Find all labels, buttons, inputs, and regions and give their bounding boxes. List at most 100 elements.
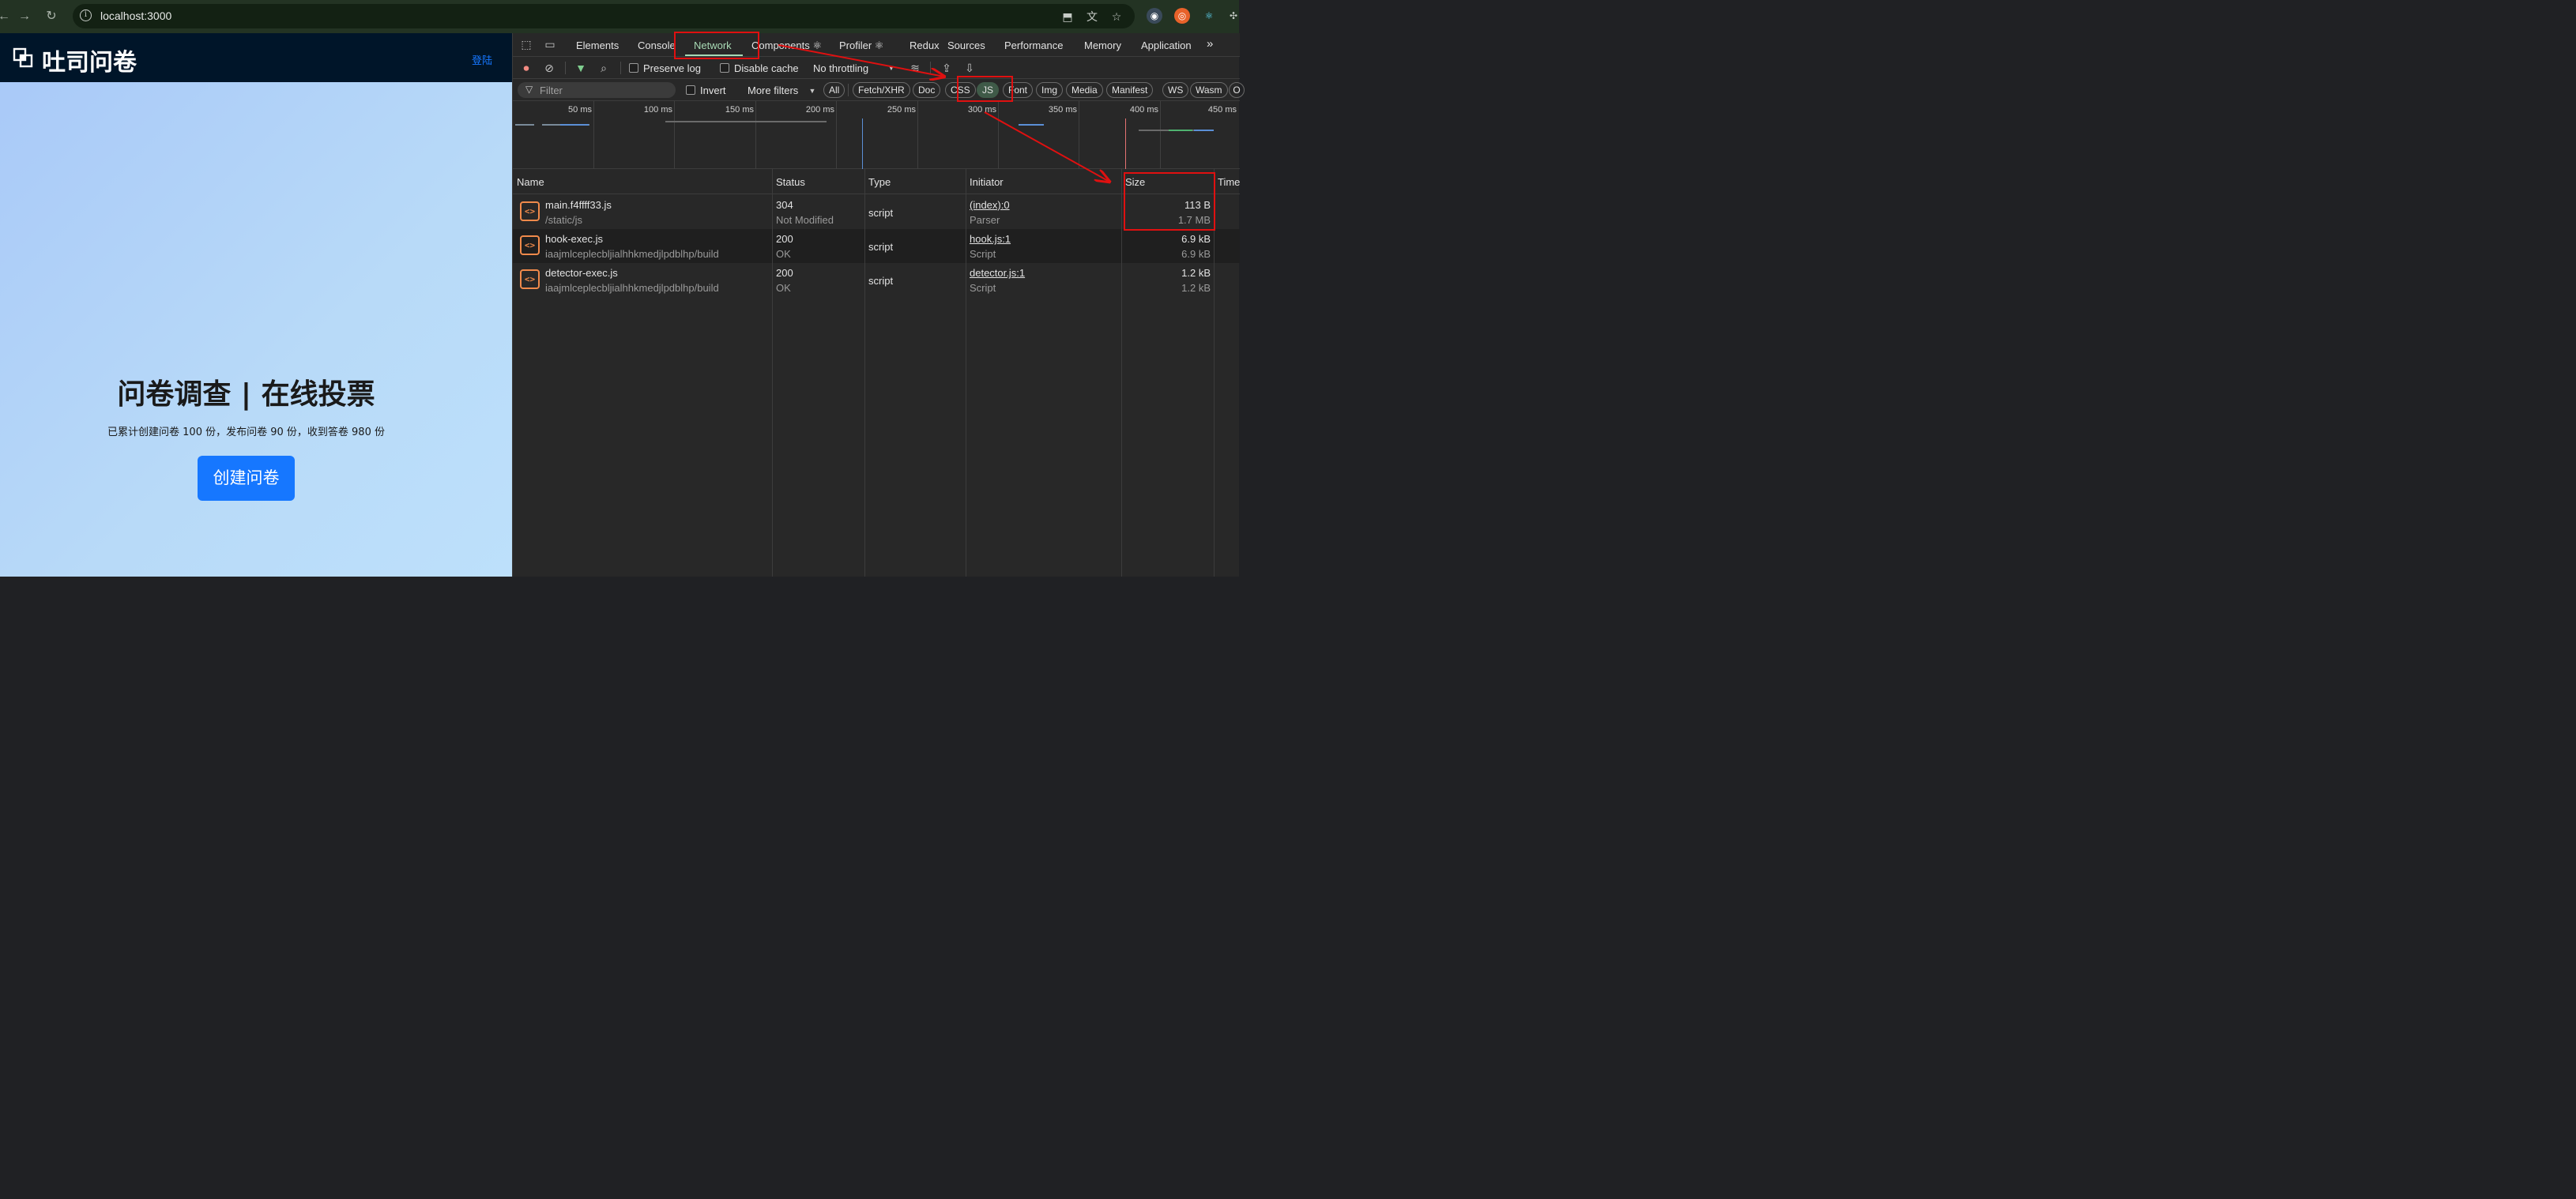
tab-application[interactable]: Application <box>1141 39 1192 51</box>
table-row[interactable]: <> detector-exec.js iaajmlceplecbljialhh… <box>513 263 1240 297</box>
load-event-marker <box>1125 118 1126 169</box>
chip-doc[interactable]: Doc <box>913 82 941 98</box>
toolbar-divider <box>565 62 566 74</box>
filter-funnel-icon[interactable]: ▼ <box>574 61 588 75</box>
react-devtools-icon[interactable]: ⚛ <box>1201 8 1217 24</box>
filter-input[interactable]: ▽ Filter <box>518 82 676 98</box>
login-link[interactable]: 登陆 <box>472 52 492 67</box>
chip-media[interactable]: Media <box>1066 82 1103 98</box>
request-initiator-link[interactable]: hook.js:1 <box>970 233 1011 245</box>
network-overview-timeline[interactable]: 50 ms 100 ms 150 ms 200 ms 250 ms 300 ms… <box>513 101 1240 169</box>
back-arrow-icon[interactable]: ← <box>0 8 13 25</box>
tab-components[interactable]: Components ⚛ <box>751 39 822 52</box>
record-stop-icon[interactable]: ⏺ <box>519 61 533 75</box>
tab-memory[interactable]: Memory <box>1084 39 1121 51</box>
column-header-name[interactable]: Name <box>517 176 544 188</box>
chevron-down-icon[interactable]: ▼ <box>884 61 898 75</box>
overview-gridline <box>674 101 675 169</box>
more-tabs-chevron-icon[interactable]: » <box>1207 37 1213 51</box>
browser-toolbar: ← → ↻ i localhost:3000 ⬒ 文 ☆ ◉ ◎ ⚛ ✣ <box>0 0 1239 33</box>
column-header-initiator[interactable]: Initiator <box>970 176 1004 188</box>
tab-elements[interactable]: Elements <box>576 39 619 51</box>
request-type: script <box>868 241 894 253</box>
overview-request-bar <box>1019 124 1044 126</box>
chip-manifest[interactable]: Manifest <box>1106 82 1154 98</box>
annotation-box-size-column <box>1124 172 1215 231</box>
extension-spy-icon[interactable]: ◉ <box>1147 8 1162 24</box>
column-header-status[interactable]: Status <box>776 176 805 188</box>
create-questionnaire-button[interactable]: 创建问卷 <box>198 456 295 501</box>
export-har-icon[interactable]: ⇩ <box>962 61 977 75</box>
chip-other[interactable]: O <box>1229 82 1245 98</box>
network-toolbar: ⏺ ⊘ ▼ ⌕ Preserve log Disable cache No th… <box>513 57 1240 79</box>
request-transfer-size: 1.2 kB <box>1181 267 1211 279</box>
request-path: iaajmlceplecbljialhhkmedjlpdblhp/build <box>545 282 719 294</box>
filter-bar: ▽ Filter Invert More filters ▼ All Fetch… <box>513 79 1245 101</box>
column-header-type[interactable]: Type <box>868 176 891 188</box>
overview-request-bar <box>1169 130 1192 131</box>
tab-performance[interactable]: Performance <box>1004 39 1063 51</box>
request-initiator-type: Parser <box>970 214 1000 226</box>
throttling-select[interactable]: No throttling <box>813 62 868 74</box>
address-bar[interactable]: i localhost:3000 ⬒ 文 ☆ <box>73 4 1135 28</box>
chip-ws[interactable]: WS <box>1162 82 1189 98</box>
filter-icon: ▽ <box>525 84 533 95</box>
request-name[interactable]: detector-exec.js <box>545 267 618 279</box>
overview-tick-label: 450 ms <box>1207 105 1237 115</box>
request-status-text: OK <box>776 248 791 260</box>
overview-request-bar <box>515 124 534 126</box>
page-header: 吐司问卷 登陆 <box>0 33 512 82</box>
overview-gridline <box>593 101 594 169</box>
site-info-icon[interactable]: i <box>80 9 92 21</box>
chip-wasm[interactable]: Wasm <box>1190 82 1228 98</box>
invert-checkbox[interactable] <box>686 85 695 95</box>
tab-profiler[interactable]: Profiler ⚛ <box>839 39 883 52</box>
clear-icon[interactable]: ⊘ <box>542 61 556 75</box>
chevron-down-icon[interactable]: ▼ <box>805 84 819 98</box>
column-header-time[interactable]: Time <box>1218 176 1240 188</box>
chip-img[interactable]: Img <box>1036 82 1064 98</box>
translate-icon[interactable]: 文 <box>1084 9 1100 24</box>
request-name[interactable]: main.f4ffff33.js <box>545 199 612 211</box>
more-filters-dropdown[interactable]: More filters <box>748 85 798 96</box>
request-resource-size: 1.2 kB <box>1181 282 1211 294</box>
search-icon[interactable]: ⌕ <box>597 61 611 75</box>
extension-target-icon[interactable]: ◎ <box>1174 8 1190 24</box>
overview-gridline <box>917 101 918 169</box>
request-name[interactable]: hook-exec.js <box>545 233 603 245</box>
chip-all[interactable]: All <box>823 82 845 98</box>
logo-text[interactable]: 吐司问卷 <box>42 43 137 77</box>
overview-gridline <box>1160 101 1161 169</box>
chip-fetch-xhr[interactable]: Fetch/XHR <box>853 82 910 98</box>
request-initiator-link[interactable]: (index):0 <box>970 199 1010 211</box>
table-row[interactable]: <> hook-exec.js iaajmlceplecbljialhhkmed… <box>513 229 1240 263</box>
overview-gridline <box>998 101 999 169</box>
inspect-element-icon[interactable]: ⬚ <box>519 37 533 51</box>
column-divider[interactable] <box>864 169 865 577</box>
overview-tick-label: 350 ms <box>1048 105 1077 115</box>
devtools-tab-bar: ⬚ ▭ Elements Console Network Components … <box>513 33 1240 57</box>
column-divider[interactable] <box>1121 169 1122 577</box>
request-type: script <box>868 275 894 287</box>
tab-console[interactable]: Console <box>638 39 676 51</box>
disable-cache-checkbox[interactable] <box>720 63 729 73</box>
overview-tick-label: 200 ms <box>805 105 834 115</box>
reload-icon[interactable]: ↻ <box>43 8 60 25</box>
request-initiator-type: Script <box>970 282 996 294</box>
filter-placeholder: Filter <box>540 85 563 96</box>
forward-arrow-icon[interactable]: → <box>16 8 33 25</box>
extensions-puzzle-icon[interactable]: ✣ <box>1226 8 1241 24</box>
install-app-icon[interactable]: ⬒ <box>1060 9 1075 24</box>
invert-label: Invert <box>700 85 726 96</box>
request-initiator-link[interactable]: detector.js:1 <box>970 267 1025 279</box>
column-divider[interactable] <box>772 169 773 577</box>
request-resource-size: 6.9 kB <box>1181 248 1211 260</box>
tab-redux[interactable]: Redux <box>910 39 940 51</box>
preserve-log-checkbox[interactable] <box>629 63 638 73</box>
toolbar-divider <box>930 62 931 74</box>
import-har-icon[interactable]: ⇪ <box>940 61 954 75</box>
device-toolbar-icon[interactable]: ▭ <box>543 37 557 51</box>
network-conditions-icon[interactable]: ≋ <box>908 61 922 75</box>
bookmark-star-icon[interactable]: ☆ <box>1109 9 1124 24</box>
tab-sources[interactable]: Sources <box>947 39 985 51</box>
